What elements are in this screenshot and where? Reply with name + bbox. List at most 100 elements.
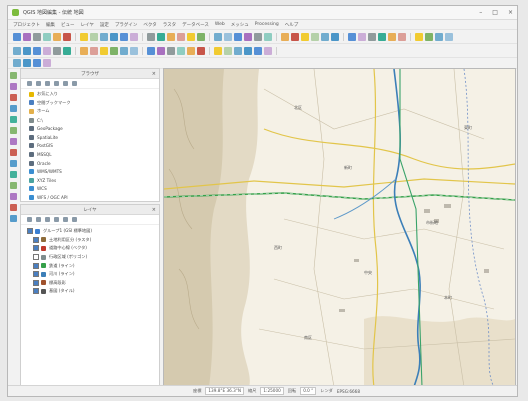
main-tool-icon[interactable] [358,32,366,41]
panel-tool-icon[interactable] [45,81,50,86]
layer-visibility-checkbox[interactable] [33,279,39,286]
main-tool-icon[interactable] [187,32,195,41]
layer-item[interactable]: グループ1 (GSI 標準地図) [27,227,159,236]
main-tool-icon[interactable] [415,32,423,41]
menu-item[interactable]: レイヤ [81,22,94,28]
digitize-tool-icon[interactable] [23,46,31,55]
browser-item[interactable]: C:\ [29,116,159,125]
panel-tool-icon[interactable] [54,217,59,222]
menu-item[interactable]: ラスタ [163,22,176,28]
main-tool-icon[interactable] [234,32,242,41]
main-tool-icon[interactable] [331,32,339,41]
main-tool-icon[interactable] [110,32,118,41]
panel-tool-icon[interactable] [36,81,41,86]
layer-item[interactable]: 河川 (ライン) [27,270,159,279]
browser-item[interactable]: WFS / OGC API [29,193,159,201]
layer-visibility-checkbox[interactable] [33,271,39,278]
attribute-tool-icon[interactable] [13,59,21,67]
panel-tool-icon[interactable] [72,81,77,86]
add-layer-icon[interactable] [10,149,17,156]
layer-visibility-checkbox[interactable] [33,262,39,269]
add-layer-icon[interactable] [10,193,17,200]
panel-tool-icon[interactable] [63,217,68,222]
browser-item[interactable]: Oracle [29,159,159,168]
layer-visibility-checkbox[interactable] [33,254,39,261]
add-layer-icon[interactable] [10,138,17,145]
digitize-tool-icon[interactable] [264,46,272,55]
browser-item[interactable]: お気に入り [29,90,159,99]
add-layer-icon[interactable] [10,72,17,79]
digitize-tool-icon[interactable] [63,46,71,55]
main-tool-icon[interactable] [197,32,205,41]
digitize-tool-icon[interactable] [214,46,222,55]
maximize-button[interactable]: □ [492,9,498,16]
panel-tool-icon[interactable] [63,81,68,86]
digitize-tool-icon[interactable] [110,46,118,55]
main-tool-icon[interactable] [90,32,98,41]
attribute-tool-icon[interactable] [33,59,41,67]
close-button[interactable]: × [508,9,513,16]
main-tool-icon[interactable] [378,32,386,41]
digitize-tool-icon[interactable] [224,46,232,55]
main-tool-icon[interactable] [348,32,356,41]
menu-item[interactable]: プロジェクト [13,22,40,28]
layer-item[interactable]: 道路中心線 (ベクタ) [27,244,159,253]
browser-item[interactable]: SpatiaLite [29,133,159,142]
browser-item[interactable]: ホーム [29,107,159,116]
main-tool-icon[interactable] [425,32,433,41]
digitize-tool-icon[interactable] [157,46,165,55]
add-layer-icon[interactable] [10,83,17,90]
main-tool-icon[interactable] [398,32,406,41]
main-tool-icon[interactable] [321,32,329,41]
main-tool-icon[interactable] [100,32,108,41]
digitize-tool-icon[interactable] [130,46,138,55]
menu-item[interactable]: ヘルプ [285,22,299,28]
digitize-tool-icon[interactable] [147,46,155,55]
add-layer-icon[interactable] [10,182,17,189]
main-tool-icon[interactable] [53,32,61,41]
digitize-tool-icon[interactable] [167,46,175,55]
digitize-tool-icon[interactable] [197,46,205,55]
browser-item[interactable]: PostGIS [29,142,159,151]
panel-tool-icon[interactable] [45,217,50,222]
coordinate-field[interactable]: 139.8°E 36.3°N [205,387,244,395]
digitize-tool-icon[interactable] [90,46,98,55]
main-tool-icon[interactable] [23,32,31,41]
add-layer-icon[interactable] [10,215,17,222]
browser-panel-close-button[interactable]: × [152,71,156,77]
digitize-tool-icon[interactable] [100,46,108,55]
main-tool-icon[interactable] [214,32,222,41]
browser-item[interactable]: XYZ Tiles [29,176,159,185]
main-tool-icon[interactable] [445,32,453,41]
digitize-tool-icon[interactable] [43,46,51,55]
main-tool-icon[interactable] [435,32,443,41]
add-layer-icon[interactable] [10,127,17,134]
map-canvas[interactable]: 市街地 新町 東町 中央 北区 南区 本町 西町 [163,68,516,388]
main-tool-icon[interactable] [63,32,71,41]
digitize-tool-icon[interactable] [13,46,21,55]
browser-item[interactable]: 空間ブックマーク [29,99,159,108]
main-tool-icon[interactable] [254,32,262,41]
main-tool-icon[interactable] [33,32,41,41]
add-layer-icon[interactable] [10,105,17,112]
main-tool-icon[interactable] [177,32,185,41]
add-layer-icon[interactable] [10,171,17,178]
menu-item[interactable]: Web [215,22,225,27]
panel-tool-icon[interactable] [36,217,41,222]
menu-item[interactable]: メッシュ [231,22,249,28]
menu-item[interactable]: プラグイン [115,22,138,28]
add-layer-icon[interactable] [10,204,17,211]
layer-visibility-checkbox[interactable] [33,236,39,243]
panel-tool-icon[interactable] [27,217,32,222]
main-tool-icon[interactable] [13,32,21,41]
layers-panel-close-button[interactable]: × [152,207,156,213]
main-tool-icon[interactable] [264,32,272,41]
browser-item[interactable]: WMS/WMTS [29,167,159,176]
attribute-tool-icon[interactable] [23,59,31,67]
menu-item[interactable]: データベース [182,22,209,28]
layer-item[interactable]: 鉄道 (ライン) [27,261,159,270]
main-tool-icon[interactable] [281,32,289,41]
digitize-tool-icon[interactable] [254,46,262,55]
layer-item[interactable]: 土地利用区分 (ラスタ) [27,236,159,245]
digitize-tool-icon[interactable] [187,46,195,55]
